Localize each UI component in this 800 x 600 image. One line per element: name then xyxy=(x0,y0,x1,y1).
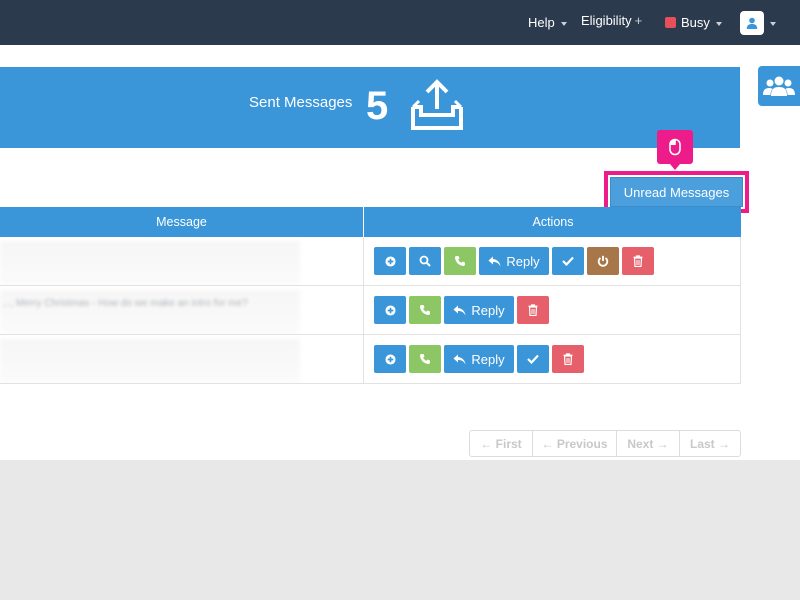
delete-button[interactable] xyxy=(552,345,584,373)
avatar xyxy=(740,10,764,35)
status-menu[interactable]: Busy xyxy=(665,0,722,45)
delete-button[interactable] xyxy=(517,296,549,324)
sent-messages-banner: Sent Messages 5 xyxy=(0,67,740,148)
click-hint-tooltip xyxy=(657,130,693,170)
previous-page-button[interactable]: ← Previous xyxy=(533,431,617,456)
chevron-down-icon xyxy=(560,21,567,26)
eligibility-menu[interactable]: Eligibility + xyxy=(581,0,642,43)
actions-cell: Reply xyxy=(374,335,584,383)
outbox-upload-icon xyxy=(411,79,463,130)
phone-icon xyxy=(420,354,430,364)
message-preview: ..., Merry Christmas - How do we make an… xyxy=(2,298,248,309)
unread-messages-button[interactable]: Unread Messages xyxy=(610,177,743,207)
reply-button[interactable]: Reply xyxy=(444,345,514,373)
trash-icon xyxy=(528,304,538,316)
pagination: ← First ← Previous Next → Last → xyxy=(469,430,741,457)
view-button[interactable] xyxy=(409,247,441,275)
users-side-tab[interactable] xyxy=(758,66,800,106)
help-label: Help xyxy=(528,15,555,30)
messages-table: Message Actions Reply ..., Merry Christm… xyxy=(0,207,741,384)
first-page-button[interactable]: ← First xyxy=(470,431,533,456)
eligibility-label: Eligibility xyxy=(581,13,632,28)
redacted-message xyxy=(0,339,300,383)
table-header: Message Actions xyxy=(0,207,741,237)
message-cell xyxy=(0,335,364,383)
chevron-down-icon xyxy=(770,21,776,26)
last-page-button[interactable]: Last → xyxy=(680,431,740,456)
reply-button[interactable]: Reply xyxy=(444,296,514,324)
banner-title: Sent Messages xyxy=(249,94,353,111)
add-button[interactable] xyxy=(374,247,406,275)
reply-label: Reply xyxy=(471,351,505,367)
mouse-icon xyxy=(669,138,681,156)
search-icon xyxy=(419,255,431,267)
trash-icon xyxy=(633,255,643,267)
user-icon xyxy=(746,17,758,29)
message-cell: ..., Merry Christmas - How do we make an… xyxy=(0,286,364,334)
reply-icon xyxy=(488,256,501,266)
status-label: Busy xyxy=(681,15,710,30)
mark-done-button[interactable] xyxy=(517,345,549,373)
power-button[interactable] xyxy=(587,247,619,275)
actions-cell: Reply xyxy=(374,237,654,285)
plus-icon: + xyxy=(634,13,643,28)
plus-circle-icon xyxy=(384,255,396,267)
call-button[interactable] xyxy=(409,296,441,324)
chevron-down-icon xyxy=(715,21,722,26)
reply-label: Reply xyxy=(471,302,505,318)
top-navbar: Help Eligibility + Busy xyxy=(0,0,800,45)
reply-button[interactable]: Reply xyxy=(479,247,549,275)
message-cell xyxy=(0,237,364,285)
power-icon xyxy=(597,255,609,267)
table-row: ..., Merry Christmas - How do we make an… xyxy=(0,286,741,335)
phone-icon xyxy=(455,256,465,266)
help-menu[interactable]: Help xyxy=(528,0,567,45)
column-header-message: Message xyxy=(0,207,364,237)
actions-cell: Reply xyxy=(374,286,549,334)
check-icon xyxy=(527,354,539,364)
redacted-message xyxy=(0,290,300,334)
add-button[interactable] xyxy=(374,296,406,324)
users-group-icon xyxy=(763,76,795,96)
user-menu[interactable] xyxy=(740,0,776,45)
next-page-button[interactable]: Next → xyxy=(617,431,680,456)
reply-label: Reply xyxy=(506,253,540,269)
plus-circle-icon xyxy=(384,304,396,316)
check-icon xyxy=(562,256,574,266)
status-dot-icon xyxy=(665,17,676,28)
column-header-actions: Actions xyxy=(532,215,574,229)
call-button[interactable] xyxy=(444,247,476,275)
reply-icon xyxy=(453,305,466,315)
banner-count: 5 xyxy=(366,84,389,128)
add-button[interactable] xyxy=(374,345,406,373)
delete-button[interactable] xyxy=(622,247,654,275)
reply-icon xyxy=(453,354,466,364)
table-row: Reply xyxy=(0,335,741,384)
redacted-message xyxy=(0,241,300,285)
plus-circle-icon xyxy=(384,353,396,365)
phone-icon xyxy=(420,305,430,315)
table-row: Reply xyxy=(0,237,741,286)
trash-icon xyxy=(563,353,573,365)
mark-done-button[interactable] xyxy=(552,247,584,275)
call-button[interactable] xyxy=(409,345,441,373)
